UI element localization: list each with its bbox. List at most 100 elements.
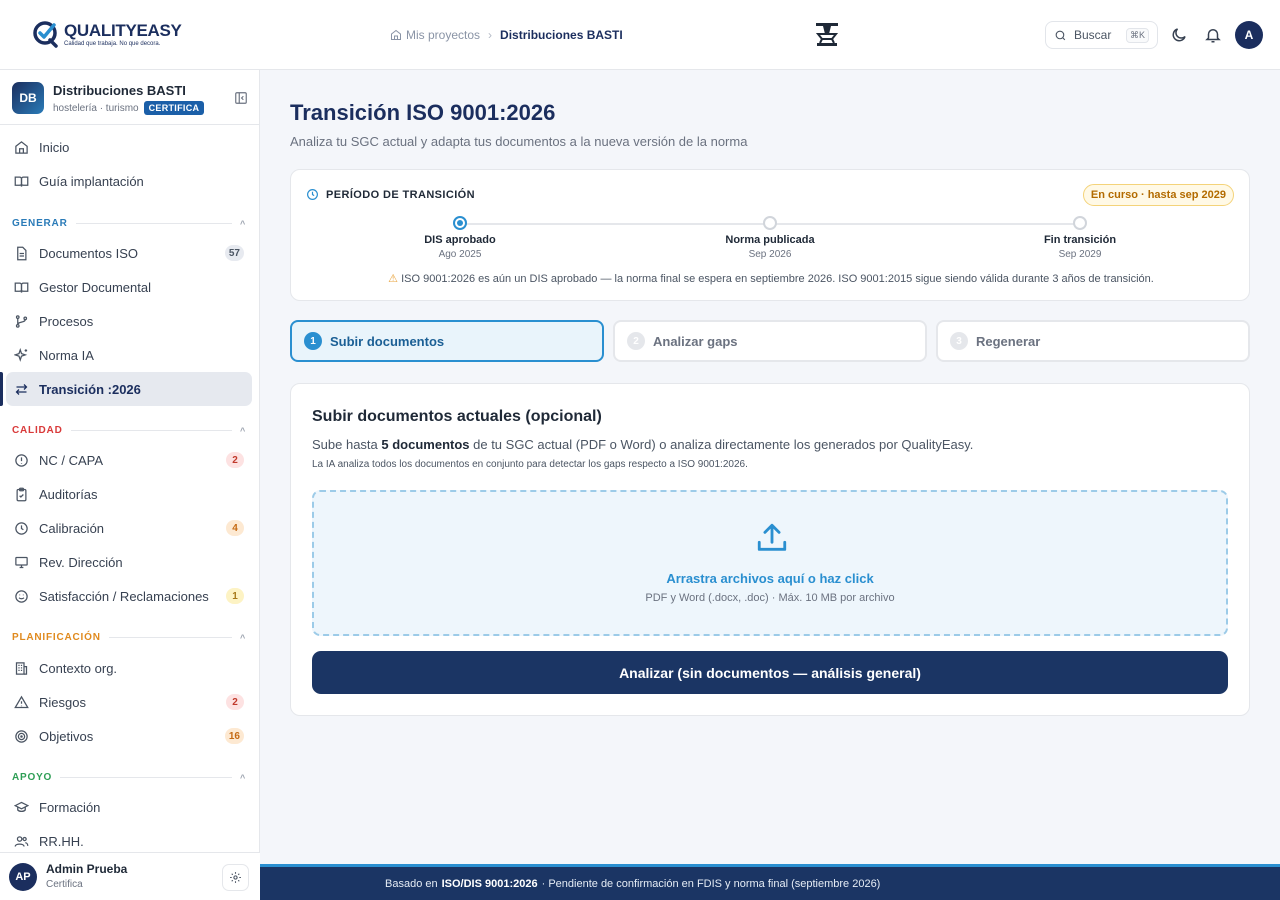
sidebar-item-label: Procesos	[39, 313, 94, 329]
step-tab-regenerate[interactable]: 3 Regenerar	[936, 320, 1250, 362]
sidebar-item-label: RR.HH.	[39, 833, 84, 849]
transition-period-card: PERÍODO DE TRANSICIÓN En curso · hasta s…	[290, 169, 1250, 301]
monitor-icon	[15, 556, 28, 568]
graduation-cap-icon	[14, 801, 29, 812]
sidebar-item-formacion[interactable]: Formación	[6, 790, 252, 824]
analyze-button[interactable]: Analizar (sin documentos — análisis gene…	[312, 651, 1228, 694]
footer-text: Basado en	[385, 877, 438, 890]
upload-note: La IA analiza todos los documentos en co…	[312, 459, 748, 470]
step-number: 1	[304, 332, 322, 350]
sidebar-divider	[0, 124, 260, 125]
user-role: Certifica	[46, 879, 83, 890]
step-tab-analyze[interactable]: 2 Analizar gaps	[613, 320, 927, 362]
section-header-calidad[interactable]: CALIDAD ^	[12, 423, 248, 437]
sidebar-item-label: Inicio	[39, 139, 70, 155]
sidebar-item-label: Gestor Documental	[39, 279, 151, 295]
page-subtitle: Analiza tu SGC actual y adapta tus docum…	[290, 134, 748, 149]
sidebar-item-nc-capa[interactable]: NC / CAPA 2	[6, 443, 252, 477]
step-number: 3	[950, 332, 968, 350]
period-heading-label: PERÍODO DE TRANSICIÓN	[326, 188, 475, 201]
org-badge: DB	[12, 82, 44, 114]
milestone-label: Fin transición	[1043, 234, 1117, 246]
org-selector[interactable]: DB Distribuciones BASTI hostelería · tur…	[12, 82, 248, 118]
step-number: 2	[627, 332, 645, 350]
sidebar-item-auditorias[interactable]: Auditorías	[6, 477, 252, 511]
bell-icon[interactable]	[1204, 26, 1222, 44]
sidebar-item-contexto[interactable]: Contexto org.	[6, 651, 252, 685]
sidebar-item-guia[interactable]: Guía implantación	[6, 164, 252, 198]
chevron-up-icon: ^	[240, 219, 247, 229]
chevron-up-icon: ^	[240, 633, 247, 643]
search-shortcut: ⌘K	[1125, 27, 1149, 43]
users-icon	[14, 835, 29, 847]
settings-button[interactable]	[222, 864, 249, 891]
step-tab-upload[interactable]: 1 Subir documentos	[290, 320, 604, 362]
sidebar-item-label: NC / CAPA	[39, 452, 104, 468]
count-badge: 2	[226, 694, 244, 710]
book-icon	[14, 282, 29, 293]
git-branch-icon	[15, 314, 28, 328]
step-label: Analizar gaps	[653, 333, 738, 349]
sidebar-item-inicio[interactable]: Inicio	[6, 130, 252, 164]
clock-icon	[307, 189, 318, 200]
section-header-apoyo[interactable]: APOYO ^	[12, 770, 248, 784]
sidebar-item-satisfaccion[interactable]: Satisfacción / Reclamaciones 1	[6, 579, 252, 613]
top-header: QUALITYEASY Calidad que trabaja. No que …	[0, 0, 1280, 70]
section-title: APOYO	[12, 771, 53, 783]
section-header-generar[interactable]: GENERAR ^	[12, 216, 248, 230]
sidebar-item-label: Contexto org.	[39, 660, 118, 676]
section-header-planificacion[interactable]: PLANIFICACIÓN ^	[12, 630, 248, 644]
sidebar-item-gestor-documental[interactable]: Gestor Documental	[6, 270, 252, 304]
section-title: CALIDAD	[12, 424, 63, 436]
sidebar-item-objetivos[interactable]: Objetivos 16	[6, 719, 252, 753]
sidebar-collapse-icon[interactable]	[234, 91, 248, 105]
sidebar-item-label: Calibración	[39, 520, 105, 536]
sidebar-item-norma-ia[interactable]: Norma IA	[6, 338, 252, 372]
page-title: Transición ISO 9001:2026	[290, 100, 556, 125]
sidebar-item-label: Riesgos	[39, 694, 86, 710]
dropzone-hint: PDF y Word (.docx, .doc) · Máx. 10 MB po…	[645, 592, 895, 604]
footer-text: · Pendiente de confirmación en FDIS y no…	[541, 877, 881, 890]
active-indicator	[0, 372, 3, 406]
sidebar-item-label: Transición :2026	[39, 381, 141, 397]
sidebar-item-label: Norma IA	[39, 347, 94, 363]
status-badge: En curso · hasta sep 2029	[1082, 184, 1234, 206]
breadcrumb-home[interactable]: Mis proyectos	[390, 28, 480, 42]
sidebar-item-label: Documentos ISO	[39, 245, 138, 261]
milestone-date: Ago 2025	[438, 249, 482, 260]
user-avatar-button[interactable]: A	[1235, 21, 1263, 49]
sidebar-item-documentos-iso[interactable]: Documentos ISO 57	[6, 236, 252, 270]
file-dropzone[interactable]: Arrastra archivos aquí o haz click PDF y…	[312, 490, 1228, 636]
sidebar-item-transicion[interactable]: Transición :2026	[6, 372, 252, 406]
home-icon	[15, 140, 28, 154]
period-heading: PERÍODO DE TRANSICIÓN	[306, 188, 475, 201]
sidebar-item-calibracion[interactable]: Calibración 4	[6, 511, 252, 545]
app-logo[interactable]: QUALITYEASY Calidad que trabaja. No que …	[32, 20, 182, 48]
file-icon	[17, 246, 27, 260]
sidebar-item-label: Formación	[39, 799, 101, 815]
org-name: Distribuciones BASTI	[53, 83, 186, 98]
sidebar-item-procesos[interactable]: Procesos	[6, 304, 252, 338]
breadcrumb-current: Distribuciones BASTI	[500, 28, 623, 42]
logo-tagline: Calidad que trabaja. No que decora.	[64, 40, 161, 47]
arrows-swap-icon	[15, 383, 28, 395]
logo-name: QUALITYEASY	[64, 20, 182, 40]
milestone-dot	[763, 216, 777, 230]
moon-icon[interactable]	[1170, 26, 1188, 44]
avatar[interactable]: AP	[9, 863, 37, 891]
clock-icon	[15, 521, 28, 535]
user-profile: AP Admin Prueba Certifica	[0, 852, 260, 900]
desc-text: de tu SGC actual (PDF o Word) o analiza …	[469, 437, 974, 452]
quality-check-logo-icon	[33, 21, 58, 48]
count-badge: 57	[224, 245, 244, 261]
upload-title: Subir documentos actuales (opcional)	[312, 408, 602, 425]
search-button[interactable]: Buscar ⌘K	[1045, 21, 1158, 49]
sidebar-item-rev-direccion[interactable]: Rev. Dirección	[6, 545, 252, 579]
sidebar-item-riesgos[interactable]: Riesgos 2	[6, 685, 252, 719]
search-label: Buscar	[1074, 28, 1112, 42]
desc-bold: 5 documentos	[381, 437, 470, 452]
warning-triangle-icon	[14, 695, 29, 708]
sparkle-icon	[14, 347, 28, 362]
count-badge: 16	[224, 728, 244, 744]
sidebar-item-label: Satisfacción / Reclamaciones	[39, 588, 209, 604]
